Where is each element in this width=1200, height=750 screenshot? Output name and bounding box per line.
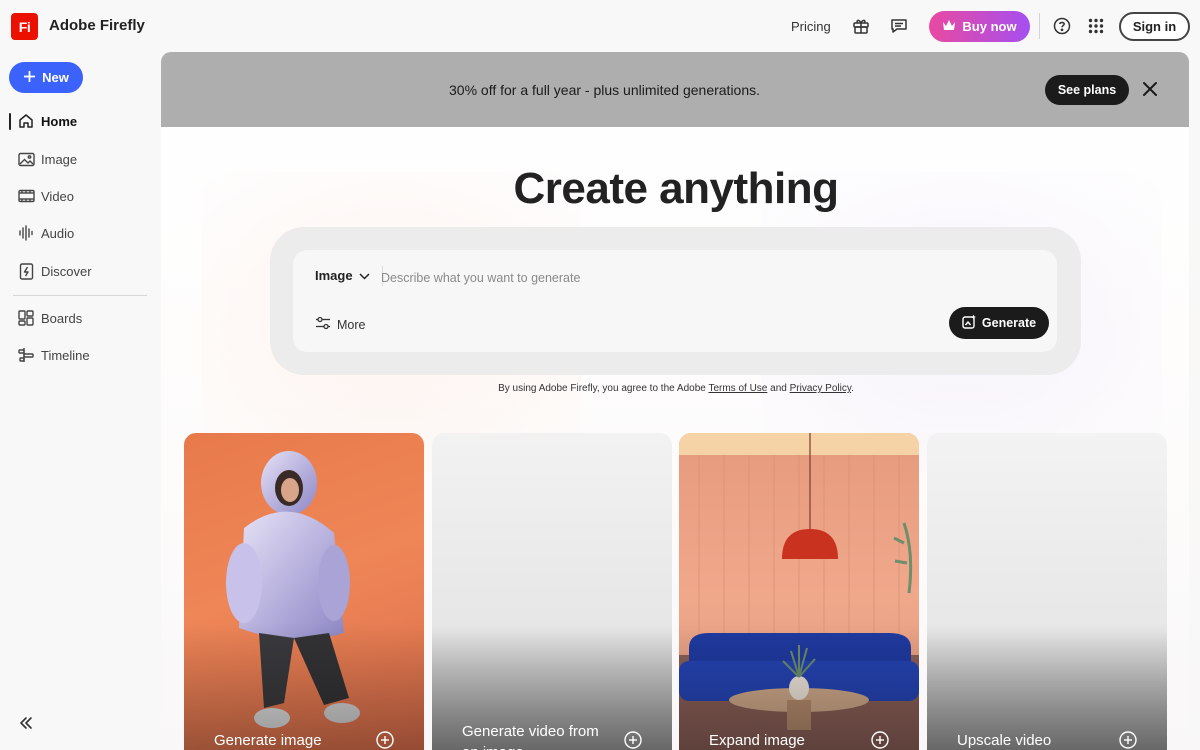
sliders-icon [315, 316, 331, 333]
sidebar-item-label: Audio [41, 226, 75, 241]
generation-type-label: Image [315, 268, 353, 283]
buy-now-button[interactable]: Buy now [929, 11, 1030, 42]
card-upscale-video[interactable]: Upscale video [927, 433, 1167, 750]
sidebar-item-label: Home [41, 114, 78, 129]
sidebar-item-boards[interactable]: Boards [0, 304, 160, 332]
sidebar-item-label: Video [41, 189, 75, 204]
firefly-logo[interactable]: Fi [11, 13, 38, 40]
sidebar-item-label: Discover [41, 264, 92, 279]
audio-icon [17, 224, 35, 242]
add-circle-icon[interactable] [871, 731, 889, 749]
terms-of-use-link[interactable]: Terms of Use [708, 383, 767, 394]
promo-banner: 30% off for a full year - plus unlimited… [161, 52, 1189, 127]
buy-now-label: Buy now [962, 19, 1017, 34]
card-expand-image[interactable]: Expand image [679, 433, 919, 750]
sidebar-item-label: Timeline [41, 348, 90, 363]
generation-type-dropdown[interactable]: Image [315, 268, 370, 283]
card-generate-image[interactable]: Generate image [184, 433, 424, 750]
apps-grid-icon[interactable] [1085, 15, 1107, 37]
generate-label: Generate [981, 316, 1037, 330]
card-label: Upscale video [957, 732, 1052, 749]
pricing-link[interactable]: Pricing [791, 19, 831, 34]
prompt-panel: Image More Generate [293, 250, 1057, 352]
feedback-icon[interactable] [888, 15, 910, 37]
topbar-divider [1039, 13, 1040, 39]
top-bar: Fi Adobe Firefly Pricing Buy now Sign in [0, 0, 1200, 52]
sidebar-item-video[interactable]: Video [0, 182, 160, 210]
promo-text: 30% off for a full year - plus unlimited… [449, 82, 761, 98]
app-name[interactable]: Adobe Firefly [49, 17, 145, 34]
prompt-input[interactable] [381, 267, 941, 289]
sidebar-item-label: Boards [41, 311, 83, 326]
terms-suffix: . [851, 383, 854, 394]
sidebar: New Home Image Video Audio Discover Boar… [0, 52, 160, 750]
sidebar-item-label: Image [41, 152, 78, 167]
sidebar-divider [13, 295, 147, 296]
sign-in-button[interactable]: Sign in [1119, 12, 1190, 41]
card-label: Generate video from an image [462, 721, 599, 750]
terms-prefix: By using Adobe Firefly, you agree to the… [498, 383, 706, 394]
sidebar-item-discover[interactable]: Discover [0, 257, 160, 285]
home-icon [17, 112, 35, 130]
chevron-down-icon [359, 268, 370, 283]
page-title: Create anything [513, 164, 839, 213]
more-options-button[interactable]: More [315, 316, 365, 333]
prompt-box: Image More Generate [270, 227, 1081, 375]
card-label: Generate image [214, 732, 322, 749]
card-generate-video[interactable]: Generate video from an image [432, 433, 672, 750]
gift-icon[interactable] [850, 15, 872, 37]
crown-icon [942, 19, 956, 34]
more-label: More [337, 317, 366, 332]
new-label: New [42, 70, 69, 85]
active-indicator [9, 113, 11, 130]
privacy-policy-link[interactable]: Privacy Policy [790, 383, 852, 394]
video-icon [17, 187, 35, 205]
sidebar-item-timeline[interactable]: Timeline [0, 341, 160, 369]
main-content: 30% off for a full year - plus unlimited… [161, 52, 1189, 750]
add-circle-icon[interactable] [624, 731, 642, 749]
collapse-sidebar-icon[interactable] [17, 714, 37, 734]
new-button[interactable]: New [9, 62, 83, 93]
add-circle-icon[interactable] [1119, 731, 1137, 749]
card-label-line: an image [462, 742, 599, 750]
help-icon[interactable] [1051, 15, 1073, 37]
timeline-icon [17, 346, 35, 364]
plus-icon [23, 70, 36, 86]
card-label: Expand image [709, 732, 805, 749]
sidebar-item-home[interactable]: Home [0, 107, 160, 135]
add-circle-icon[interactable] [376, 731, 394, 749]
close-icon[interactable] [1142, 81, 1160, 99]
boards-icon [17, 309, 35, 327]
generate-button[interactable]: Generate [949, 307, 1049, 339]
discover-icon [17, 262, 35, 280]
image-icon [17, 150, 35, 168]
card-label-line: Generate video from [462, 723, 599, 740]
sidebar-item-audio[interactable]: Audio [0, 219, 160, 247]
see-plans-button[interactable]: See plans [1045, 75, 1129, 105]
terms-and: and [770, 383, 787, 394]
generate-icon [962, 314, 977, 332]
terms-notice: By using Adobe Firefly, you agree to the… [161, 383, 1189, 394]
sidebar-item-image[interactable]: Image [0, 145, 160, 173]
